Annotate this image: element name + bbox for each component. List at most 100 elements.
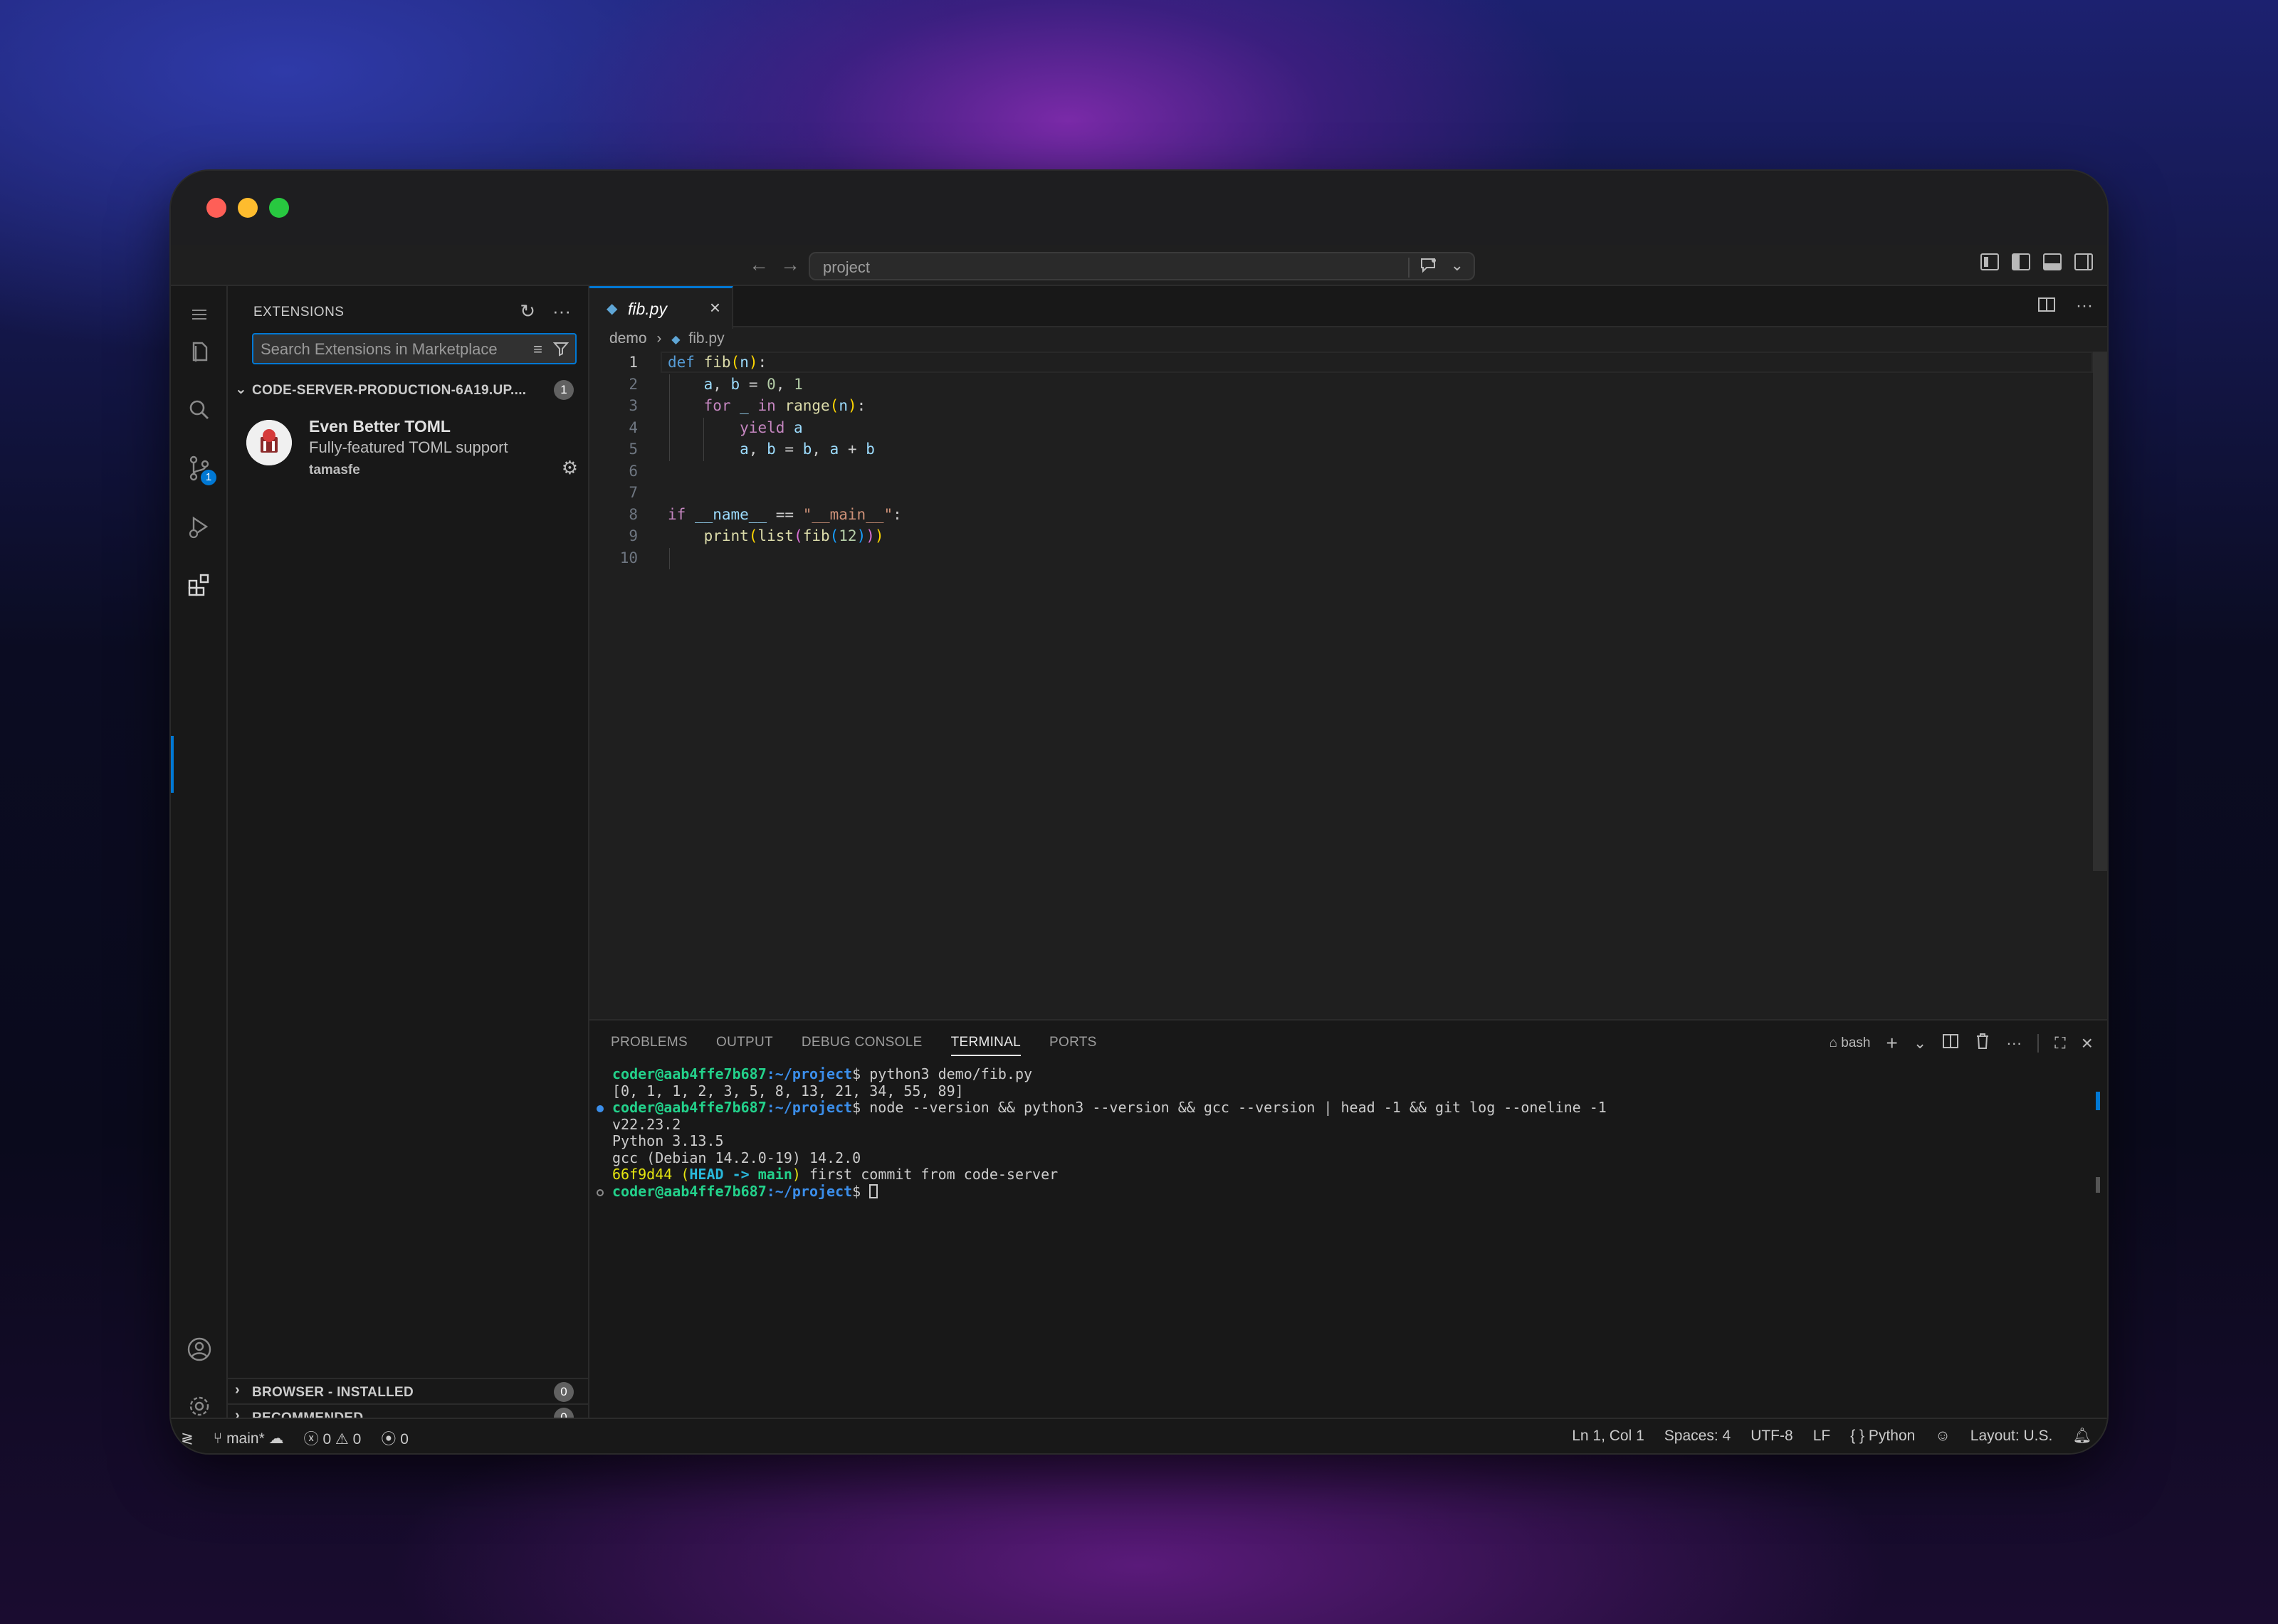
source-control-icon[interactable]: 1: [185, 454, 216, 485]
terminal-line: gcc (Debian 14.2.0-19) 14.2.0: [612, 1149, 861, 1166]
cursor-position[interactable]: Ln 1, Col 1: [1572, 1428, 1644, 1445]
toggle-panel-icon[interactable]: [2043, 253, 2062, 270]
more-actions-icon[interactable]: ···: [2076, 296, 2093, 318]
command-decoration-icon[interactable]: [597, 1188, 604, 1196]
refresh-icon[interactable]: ↻: [520, 300, 535, 322]
sync-icon: ☁: [268, 1430, 284, 1447]
prompt-user: coder@aab4ffe7b687: [612, 1065, 767, 1082]
close-window-button[interactable]: [206, 198, 226, 218]
run-debug-icon[interactable]: [185, 512, 214, 541]
chat-icon[interactable]: [1419, 257, 1438, 279]
breadcrumb-folder[interactable]: demo: [609, 330, 647, 347]
terminal-output[interactable]: coder@aab4ffe7b687:~/project$ python3 de…: [597, 1065, 1607, 1201]
menu-icon[interactable]: [185, 300, 214, 329]
maximize-panel-icon[interactable]: ⛶: [2054, 1034, 2065, 1053]
terminal-command: $ node --version && python3 --version &&…: [852, 1099, 1607, 1116]
more-actions-icon[interactable]: ···: [2006, 1034, 2022, 1053]
split-terminal-icon[interactable]: [1942, 1033, 1959, 1053]
code-text: for _ in range(n):: [703, 397, 866, 414]
toggle-secondary-sidebar-icon[interactable]: [2074, 253, 2093, 270]
tab-output[interactable]: OUTPUT: [716, 1035, 773, 1056]
end-of-line[interactable]: LF: [1813, 1428, 1831, 1445]
activity-bar: 1: [171, 286, 228, 1418]
forward-arrow-icon[interactable]: →: [780, 253, 800, 276]
encoding[interactable]: UTF-8: [1751, 1428, 1793, 1445]
terminal-shell-selector[interactable]: ⌂ bash: [1829, 1035, 1870, 1051]
warning-icon: ⚠: [335, 1431, 349, 1448]
command-center-divider: [1408, 258, 1410, 278]
extensions-sidebar: EXTENSIONS ↻ ··· ≡ ⌄ CODE-SERVER-PRODUCT…: [228, 286, 589, 1428]
command-bar: ← → project ⌄: [171, 245, 2107, 286]
code-editor[interactable]: 1 def fib(n): 2 a, b = 0, 1 3 for _ in r…: [589, 352, 2107, 569]
section-header-browser-installed[interactable]: › BROWSER - INSTALLED 0: [228, 1378, 588, 1403]
tab-fib-py[interactable]: ◆ fib.py ×: [589, 286, 733, 329]
editor-area: ◆ fib.py × ··· demo demo › ◆ fib.py 1 de…: [589, 286, 2107, 1019]
maximize-window-button[interactable]: [269, 198, 289, 218]
back-arrow-icon[interactable]: ←: [749, 253, 769, 276]
code-text: yield a: [740, 418, 803, 436]
breadcrumb-file[interactable]: fib.py: [688, 330, 724, 347]
git-branch: main: [757, 1166, 792, 1183]
terminal-line: coder@aab4ffe7b687:~/project$: [597, 1183, 1607, 1201]
chevron-down-icon[interactable]: ⌄: [1451, 256, 1464, 275]
indentation[interactable]: Spaces: 4: [1664, 1428, 1731, 1445]
tab-terminal[interactable]: TERMINAL: [950, 1035, 1022, 1056]
trash-icon[interactable]: [1975, 1033, 1990, 1054]
code-line: 7: [589, 482, 2107, 504]
warning-count: 0: [352, 1431, 362, 1448]
section-count-badge: 0: [554, 1382, 574, 1402]
panel-tabs: PROBLEMS OUTPUT DEBUG CONSOLE TERMINAL P…: [611, 1035, 1097, 1056]
broadcast-icon: ⦿: [381, 1431, 397, 1448]
ports-status[interactable]: ⦿ 0: [381, 1428, 409, 1449]
tab-ports[interactable]: PORTS: [1049, 1035, 1097, 1056]
explorer-icon[interactable]: [185, 337, 214, 366]
branch-status[interactable]: ⑂ main* ☁: [214, 1430, 284, 1448]
active-view-indicator: [171, 736, 174, 793]
language-mode[interactable]: { } Python: [1850, 1428, 1915, 1445]
minimize-window-button[interactable]: [238, 198, 258, 218]
bottom-panel: PROBLEMS OUTPUT DEBUG CONSOLE TERMINAL P…: [589, 1019, 2107, 1418]
manage-gear-icon[interactable]: [185, 1392, 214, 1420]
tab-debug-console[interactable]: DEBUG CONSOLE: [802, 1035, 923, 1056]
split-editor-icon[interactable]: [2037, 296, 2056, 318]
notifications-bell-icon[interactable]: 🔔︎: [2072, 1428, 2091, 1445]
clear-filter-icon[interactable]: ≡: [533, 340, 542, 362]
chevron-down-icon[interactable]: ⌄: [1914, 1034, 1926, 1053]
keyboard-layout[interactable]: Layout: U.S.: [1970, 1428, 2053, 1445]
filter-icon[interactable]: [552, 340, 570, 362]
extension-settings-gear-icon[interactable]: ⚙: [562, 457, 578, 479]
toggle-primary-sidebar-icon[interactable]: [2012, 253, 2030, 270]
close-panel-icon[interactable]: ×: [2082, 1032, 2093, 1055]
problems-status[interactable]: ⓧ 0 ⚠ 0: [304, 1428, 362, 1449]
copilot-icon[interactable]: ☺: [1935, 1428, 1950, 1445]
chevron-right-icon: ›: [235, 1382, 240, 1398]
terminal-line: Python 3.13.5: [612, 1132, 724, 1149]
title-bar: [171, 171, 2107, 245]
extension-item-even-better-toml[interactable]: Even Better TOML Fully-featured TOML sup…: [228, 411, 588, 483]
editor-actions: ···: [2037, 296, 2093, 318]
editor-scrollbar[interactable]: [2093, 352, 2107, 871]
code-text: print(list(fib(12))): [703, 527, 884, 544]
tab-label: fib.py: [628, 300, 667, 318]
new-terminal-icon[interactable]: +: [1886, 1032, 1897, 1055]
git-head: HEAD ->: [689, 1166, 758, 1183]
close-tab-icon[interactable]: ×: [710, 297, 720, 319]
source-control-badge: 1: [201, 470, 216, 485]
more-actions-icon[interactable]: ···: [552, 300, 571, 322]
customize-layout-icon[interactable]: [1980, 253, 1999, 270]
code-line: 2 a, b = 0, 1: [589, 374, 2107, 396]
command-center[interactable]: project ⌄: [809, 252, 1475, 280]
line-number: 6: [629, 462, 638, 480]
search-icon[interactable]: [185, 396, 214, 424]
sidebar-title: EXTENSIONS: [253, 305, 345, 320]
extensions-icon[interactable]: [185, 571, 214, 599]
account-icon[interactable]: [185, 1335, 214, 1364]
section-header-installed[interactable]: ⌄ CODE-SERVER-PRODUCTION-6A19.UP.... 1: [228, 377, 588, 403]
terminal-scrollbar[interactable]: [2096, 1177, 2100, 1193]
extensions-search-input[interactable]: [261, 339, 503, 360]
tab-problems[interactable]: PROBLEMS: [611, 1035, 688, 1056]
remote-icon[interactable]: ≷: [181, 1430, 194, 1448]
command-center-text: project: [823, 258, 871, 276]
command-decoration-icon[interactable]: [597, 1105, 604, 1112]
git-branch-icon: ⑂: [213, 1430, 223, 1447]
